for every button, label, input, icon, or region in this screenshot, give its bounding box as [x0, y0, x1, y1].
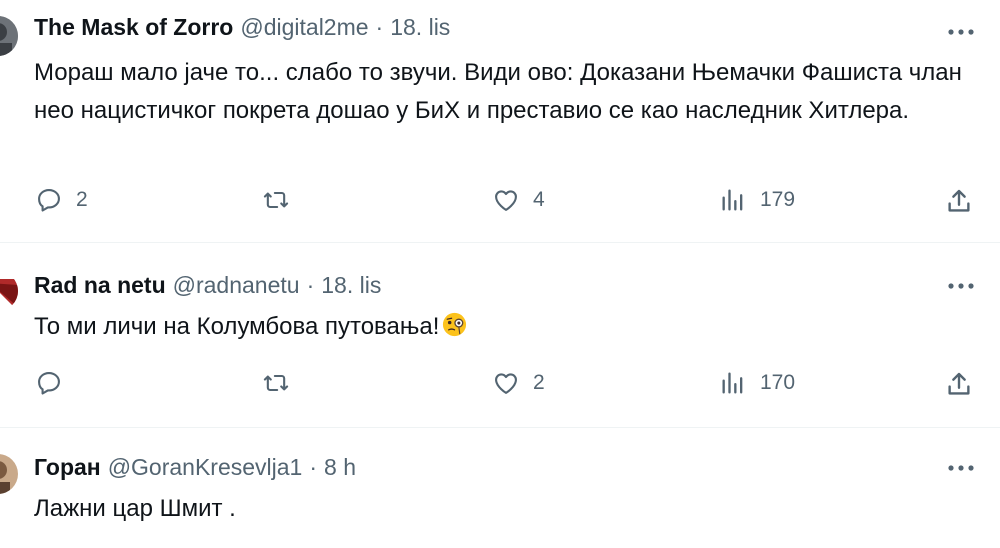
tweet-text-container: То ми личи на Колумбова путовања! — [34, 308, 974, 346]
tweet-text: Лажни цар Шмит . — [34, 495, 236, 522]
like-count: 2 — [533, 371, 545, 394]
timestamp[interactable]: 18. lis — [390, 14, 450, 41]
more-horizontal-icon — [948, 465, 974, 471]
more-horizontal-icon — [948, 29, 974, 35]
share-upload-icon — [948, 189, 970, 212]
view-count: 179 — [760, 188, 796, 211]
reply-button[interactable]: 2 — [34, 186, 88, 214]
author-handle[interactable]: @digital2me — [240, 14, 368, 41]
author-name[interactable]: The Mask of Zorro — [34, 14, 233, 41]
tweet-header: The Mask of Zorro @digital2me · 18. lis — [34, 14, 450, 41]
timestamp[interactable]: 8 h — [324, 454, 356, 481]
retweet-button[interactable] — [260, 186, 304, 214]
like-count: 4 — [533, 188, 545, 211]
share-upload-icon — [948, 372, 970, 395]
avatar[interactable] — [0, 271, 18, 311]
tweet-3[interactable]: Горан @GoranKresevlja1 · 8 h Лажни цар Ш… — [0, 428, 1000, 548]
reply-bubble-icon — [38, 372, 60, 395]
views-button[interactable]: 170 — [718, 369, 795, 397]
bar-chart-icon — [722, 189, 743, 211]
share-button[interactable] — [944, 369, 974, 399]
views-button[interactable]: 179 — [718, 186, 795, 214]
author-name[interactable]: Горан — [34, 454, 101, 481]
retweet-icon — [263, 191, 289, 209]
reply-count: 2 — [76, 188, 88, 211]
tweet-text: То ми личи на Колумбова путовања! — [34, 313, 440, 340]
tweet-2[interactable]: Rad na netu @radnanetu · 18. lis То ми л… — [0, 243, 1000, 427]
tweet-header: Rad na netu @radnanetu · 18. lis — [34, 272, 381, 299]
avatar[interactable] — [0, 454, 18, 494]
separator-dot: · — [306, 272, 315, 298]
more-button[interactable] — [946, 22, 976, 42]
face-with-monocle-icon — [441, 311, 468, 338]
bar-chart-icon — [722, 372, 743, 394]
tweet-header: Горан @GoranKresevlja1 · 8 h — [34, 454, 356, 481]
view-count: 170 — [760, 371, 796, 394]
like-button[interactable]: 4 — [491, 186, 545, 214]
separator-dot: · — [375, 14, 384, 40]
author-handle[interactable]: @GoranKresevlja1 — [108, 454, 303, 481]
heart-icon — [495, 373, 517, 394]
retweet-button[interactable] — [260, 369, 304, 397]
like-button[interactable]: 2 — [491, 369, 545, 397]
more-button[interactable] — [946, 276, 976, 296]
timestamp[interactable]: 18. lis — [321, 272, 381, 299]
share-button[interactable] — [944, 186, 974, 216]
reply-bubble-icon — [38, 189, 60, 212]
tweet-1[interactable]: The Mask of Zorro @digital2me · 18. lis … — [0, 0, 1000, 242]
heart-icon — [495, 190, 517, 211]
avatar[interactable] — [0, 16, 18, 56]
author-handle[interactable]: @radnanetu — [173, 272, 300, 299]
retweet-icon — [263, 374, 289, 392]
separator-dot: · — [309, 454, 318, 480]
reply-button[interactable] — [34, 369, 76, 397]
author-name[interactable]: Rad na netu — [34, 272, 166, 299]
tweet-text: Мораш мало јаче то... слабо то звучи. Ви… — [34, 59, 962, 124]
more-button[interactable] — [946, 458, 976, 478]
action-bar: 2 4 179 — [0, 186, 1000, 220]
more-horizontal-icon — [948, 283, 974, 289]
action-bar: 2 170 — [0, 369, 1000, 403]
